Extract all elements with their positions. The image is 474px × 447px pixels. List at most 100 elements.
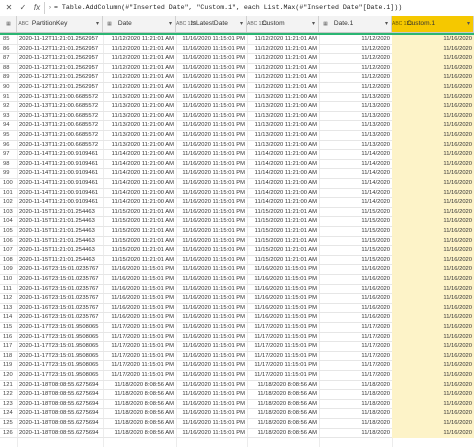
cell-custom-1[interactable]: 11/16/2020: [392, 246, 474, 256]
cell-custom-1[interactable]: 11/16/2020: [392, 351, 474, 362]
cell-date-1[interactable]: 11/15/2020: [319, 227, 392, 237]
cell-custom-1[interactable]: 11/16/2020: [392, 140, 474, 151]
cell-date[interactable]: 11/13/2020 11:21:00 AM: [103, 141, 176, 151]
row-number[interactable]: 94: [0, 121, 17, 131]
table-row[interactable]: 102 2020-11-14T11:21:00.9109461 11/14/2020…: [0, 198, 474, 208]
cell-partition-key[interactable]: 2020-11-15T11:21:01.254463: [17, 246, 103, 256]
cell-is-latest-date[interactable]: 11/16/2020 11:15:01 PM: [176, 237, 247, 247]
cell-date-1[interactable]: 11/14/2020: [319, 198, 392, 208]
cell-partition-key[interactable]: 2020-11-18T08:08:55.6275694: [17, 419, 103, 429]
cell-date[interactable]: 11/15/2020 11:21:01 AM: [103, 246, 176, 256]
cell-date-1[interactable]: 11/12/2020: [319, 73, 392, 83]
chevron-down-icon[interactable]: ▾: [240, 16, 243, 32]
cell-partition-key[interactable]: 2020-11-12T11:21:01.2562957: [17, 54, 103, 64]
table-row[interactable]: 85 2020-11-12T11:21:01.2562957 11/12/2020 …: [0, 35, 474, 45]
cell-custom-1[interactable]: 11/16/2020: [392, 236, 474, 247]
cell-custom-1[interactable]: 11/16/2020: [392, 73, 474, 83]
cell-date[interactable]: 11/17/2020 11:15:01 PM: [103, 333, 176, 343]
cell-custom[interactable]: 11/15/2020 11:21:01 AM: [247, 237, 319, 247]
cell-custom-1[interactable]: 11/16/2020: [392, 303, 474, 314]
table-row[interactable]: 90 2020-11-12T11:21:01.2562957 11/12/2020 …: [0, 83, 474, 93]
cell-date[interactable]: 11/16/2020 11:15:01 PM: [103, 313, 176, 323]
cell-partition-key[interactable]: 2020-11-16T23:15:01.0235767: [17, 285, 103, 295]
cell-custom-1[interactable]: 11/16/2020: [392, 217, 474, 227]
cell-custom-1[interactable]: 11/16/2020: [392, 371, 474, 381]
row-number[interactable]: 88: [0, 64, 17, 74]
cell-date-1[interactable]: 11/16/2020: [319, 313, 392, 323]
cell-custom-1[interactable]: 11/16/2020: [392, 323, 474, 333]
cell-date-1[interactable]: 11/17/2020: [319, 352, 392, 362]
cell-date-1[interactable]: 11/15/2020: [319, 246, 392, 256]
table-row[interactable]: 96 2020-11-13T11:21:00.6685572 11/13/2020 …: [0, 140, 474, 151]
column-type-icon[interactable]: ABC 123: [247, 16, 267, 32]
cell-custom[interactable]: 11/15/2020 11:21:01 AM: [247, 227, 319, 237]
cell-date-1[interactable]: 11/12/2020: [319, 45, 392, 55]
cell-partition-key[interactable]: 2020-11-13T11:21:00.6685572: [17, 121, 103, 131]
cell-is-latest-date[interactable]: 11/16/2020 11:15:01 PM: [176, 285, 247, 295]
table-row[interactable]: 107 2020-11-15T11:21:01.254463 11/15/2020 …: [0, 246, 474, 256]
cell-partition-key[interactable]: 2020-11-13T11:21:00.6685572: [17, 93, 103, 103]
cell-date-1[interactable]: 11/14/2020: [319, 189, 392, 199]
cell-custom[interactable]: 11/14/2020 11:21:00 AM: [247, 160, 319, 170]
cell-is-latest-date[interactable]: 11/16/2020 11:15:01 PM: [176, 333, 247, 343]
cell-is-latest-date[interactable]: 11/16/2020 11:15:01 PM: [176, 381, 247, 391]
row-number[interactable]: 107: [0, 246, 17, 256]
row-number[interactable]: 98: [0, 160, 17, 170]
cell-partition-key[interactable]: 2020-11-18T08:08:55.6275694: [17, 390, 103, 400]
cell-date-1[interactable]: 11/16/2020: [319, 265, 392, 275]
cell-date[interactable]: 11/15/2020 11:21:01 AM: [103, 208, 176, 218]
cell-partition-key[interactable]: 2020-11-12T11:21:01.2562957: [17, 83, 103, 93]
cell-date[interactable]: 11/13/2020 11:21:00 AM: [103, 102, 176, 112]
cell-custom[interactable]: 11/13/2020 11:21:00 AM: [247, 141, 319, 151]
cell-custom-1[interactable]: 11/16/2020: [392, 419, 474, 429]
row-number[interactable]: 117: [0, 342, 17, 352]
cell-date[interactable]: 11/16/2020 11:15:01 PM: [103, 294, 176, 304]
cell-custom[interactable]: 11/14/2020 11:21:00 AM: [247, 189, 319, 199]
cell-date-1[interactable]: 11/17/2020: [319, 371, 392, 381]
column-type-icon[interactable]: ABC: [17, 16, 30, 32]
cell-date[interactable]: 11/18/2020 8:08:56 AM: [103, 381, 176, 391]
table-row[interactable]: 91 2020-11-13T11:21:00.6685572 11/13/2020 …: [0, 92, 474, 103]
row-number[interactable]: 87: [0, 54, 17, 64]
chevron-down-icon[interactable]: ▾: [312, 16, 315, 32]
row-number[interactable]: 114: [0, 313, 17, 323]
table-row[interactable]: 86 2020-11-12T11:21:01.2562957 11/12/2020 …: [0, 44, 474, 55]
table-row[interactable]: 93 2020-11-13T11:21:00.6685572 11/13/2020 …: [0, 111, 474, 122]
cell-is-latest-date[interactable]: 11/16/2020 11:15:01 PM: [176, 256, 247, 266]
cell-partition-key[interactable]: 2020-11-17T23:15:01.9508065: [17, 333, 103, 343]
cell-partition-key[interactable]: 2020-11-18T08:08:55.6275694: [17, 409, 103, 419]
row-number[interactable]: 104: [0, 217, 17, 227]
cell-date[interactable]: 11/12/2020 11:21:01 AM: [103, 64, 176, 74]
table-row[interactable]: 122 2020-11-18T08:08:55.6275694 11/18/2020…: [0, 390, 474, 400]
cell-custom[interactable]: 11/18/2020 8:08:56 AM: [247, 400, 319, 410]
cell-partition-key[interactable]: 2020-11-16T23:15:01.0235767: [17, 304, 103, 314]
cell-is-latest-date[interactable]: 11/16/2020 11:15:01 PM: [176, 45, 247, 55]
cell-custom-1[interactable]: 11/16/2020: [392, 169, 474, 179]
cell-custom[interactable]: 11/13/2020 11:21:00 AM: [247, 102, 319, 112]
row-number[interactable]: 108: [0, 256, 17, 266]
cell-date-1[interactable]: 11/16/2020: [319, 304, 392, 314]
chevron-down-icon[interactable]: ▾: [96, 16, 99, 32]
cell-is-latest-date[interactable]: 11/16/2020 11:15:01 PM: [176, 102, 247, 112]
cell-custom-1[interactable]: 11/16/2020: [392, 102, 474, 112]
cell-is-latest-date[interactable]: 11/16/2020 11:15:01 PM: [176, 275, 247, 285]
cell-is-latest-date[interactable]: 11/16/2020 11:15:01 PM: [176, 419, 247, 429]
row-number[interactable]: 85: [0, 35, 17, 45]
cell-custom[interactable]: 11/18/2020 8:08:56 AM: [247, 390, 319, 400]
table-menu-button[interactable]: ▦: [0, 16, 17, 32]
cell-date[interactable]: 11/13/2020 11:21:00 AM: [103, 121, 176, 131]
column-header[interactable]: ▦ Date.1 ▾: [319, 16, 392, 32]
column-header[interactable]: ▦ Date ▾: [103, 16, 176, 32]
row-number[interactable]: 93: [0, 112, 17, 122]
table-row[interactable]: 87 2020-11-12T11:21:01.2562957 11/12/2020 …: [0, 54, 474, 64]
table-row[interactable]: 100 2020-11-14T11:21:00.9109461 11/14/2020…: [0, 179, 474, 189]
column-header[interactable]: ABC PartitionKey ▾: [17, 16, 103, 32]
row-number[interactable]: 102: [0, 198, 17, 208]
row-number[interactable]: 122: [0, 390, 17, 400]
chevron-down-icon[interactable]: ▾: [467, 16, 470, 32]
cell-is-latest-date[interactable]: 11/16/2020 11:15:01 PM: [176, 83, 247, 93]
cell-date-1[interactable]: 11/15/2020: [319, 256, 392, 266]
cell-date[interactable]: 11/12/2020 11:21:01 AM: [103, 35, 176, 45]
cell-custom[interactable]: 11/15/2020 11:21:01 AM: [247, 208, 319, 218]
cell-custom[interactable]: 11/12/2020 11:21:01 AM: [247, 35, 319, 45]
